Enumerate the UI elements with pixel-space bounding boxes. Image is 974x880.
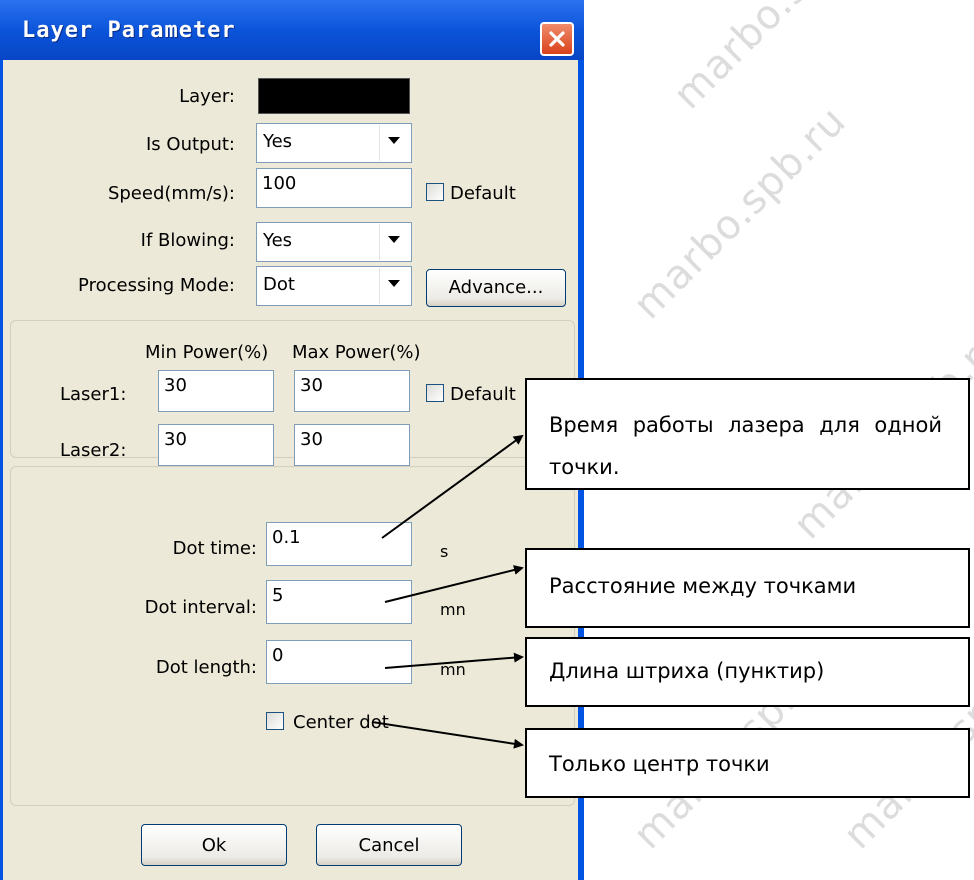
arrow-dot-time [381,434,524,539]
arrow-center-dot [371,721,524,749]
callout-arrows [371,434,524,749]
arrow-dot-interval [384,565,524,603]
arrow-dot-length [384,652,524,669]
